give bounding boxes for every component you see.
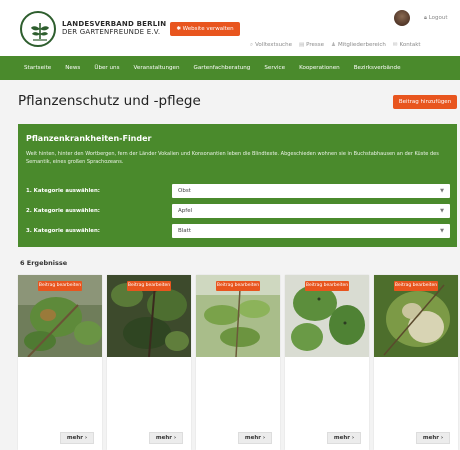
members-link-label: Mitgliederbereich [337,42,386,48]
more-button[interactable]: mehr › [149,432,183,444]
finder-title: Pflanzenkrankheiten-Finder [26,134,152,143]
search-icon: ⌕ [250,42,254,48]
more-button[interactable]: mehr › [416,432,450,444]
top-links: ⌕ Volltextsuche ▤ Presse ♟ Mitgliederbereic… [250,42,421,49]
edit-post-button[interactable]: Beitrag bearbeiten [127,281,171,291]
members-link[interactable]: ♟ Mitgliederbereich [331,42,386,49]
search-link-label: Volltextsuche [255,42,292,48]
category-1-value: Obst [178,188,191,194]
category-2-select[interactable]: Apfel ▼ [172,204,450,218]
press-link-label: Presse [306,42,325,48]
disease-finder: Pflanzenkrankheiten-Finder Weit hinten, … [18,124,457,247]
nav-startseite[interactable]: Startseite [24,65,51,71]
result-card[interactable]: Beitrag bearbeiten mehr › [196,275,280,450]
nav-service[interactable]: Service [264,65,285,71]
manage-website-button[interactable]: ✱ Website verwalten [170,22,240,36]
press-link[interactable]: ▤ Presse [299,42,324,49]
category-2-value: Apfel [178,208,193,214]
contact-icon: ✉ [392,42,398,48]
edit-post-button[interactable]: Beitrag bearbeiten [216,281,260,291]
org-name-line2: DER GARTENFREUNDE E.V. [62,28,161,36]
contact-link-label: Kontakt [399,42,421,48]
nav-kooperationen[interactable]: Kooperationen [299,65,340,71]
chevron-down-icon: ▼ [440,188,444,194]
more-button[interactable]: mehr › [327,432,361,444]
contact-link[interactable]: ✉ Kontakt [393,42,421,49]
finder-description: Weit hinten, hinter den Wortbergen, fern… [26,151,439,165]
logout-label: Logout [428,15,448,21]
edit-post-button[interactable]: Beitrag bearbeiten [305,281,349,291]
category-1-select[interactable]: Obst ▼ [172,184,450,198]
nav-bezirksverbaende[interactable]: Bezirksverbände [354,65,401,71]
search-link[interactable]: ⌕ Volltextsuche [250,42,292,49]
site-header: LANDESVERBAND BERLIN DER GARTENFREUNDE E… [0,0,460,56]
category-3-label: 3. Kategorie auswählen: [26,228,100,234]
logo[interactable] [20,11,56,47]
results-count: 6 Ergebnisse [20,259,68,267]
category-3-select[interactable]: Blatt ▼ [172,224,450,238]
org-name-line1: LANDESVERBAND BERLIN [62,20,167,28]
more-button[interactable]: mehr › [238,432,272,444]
logout-link[interactable]: 🔒︎ Logout [424,15,448,22]
press-icon: ▤ [298,42,305,48]
chevron-down-icon: ▼ [440,228,444,234]
result-card[interactable]: Beitrag bearbeiten mehr › [374,275,458,450]
more-button[interactable]: mehr › [60,432,94,444]
nav-veranstaltungen[interactable]: Veranstaltungen [134,65,180,71]
lock-icon: 🔒︎ [424,15,427,21]
category-2-label: 2. Kategorie auswählen: [26,208,100,214]
add-post-button[interactable]: Beitrag hinzufügen [393,95,457,109]
nav-ueber-uns[interactable]: Über uns [94,65,119,71]
result-card[interactable]: Beitrag bearbeiten mehr › [285,275,369,450]
chevron-down-icon: ▼ [440,208,444,214]
category-3-value: Blatt [178,228,191,234]
result-card[interactable]: Beitrag bearbeiten mehr › [18,275,102,450]
edit-post-button[interactable]: Beitrag bearbeiten [394,281,438,291]
category-1-label: 1. Kategorie auswählen: [26,188,100,194]
leaf-logo-icon [31,23,49,41]
nav-gartenfachberatung[interactable]: Gartenfachberatung [194,65,251,71]
user-icon: ♟ [331,42,336,48]
nav-news[interactable]: News [65,65,80,71]
avatar[interactable] [394,10,410,26]
org-name: LANDESVERBAND BERLIN DER GARTENFREUNDE E… [62,20,166,36]
page-title: Pflanzenschutz und -pflege [18,93,201,109]
main-nav: Startseite News Über uns Veranstaltungen… [0,56,460,80]
edit-post-button[interactable]: Beitrag bearbeiten [38,281,82,291]
result-card[interactable]: Beitrag bearbeiten mehr › [107,275,191,450]
